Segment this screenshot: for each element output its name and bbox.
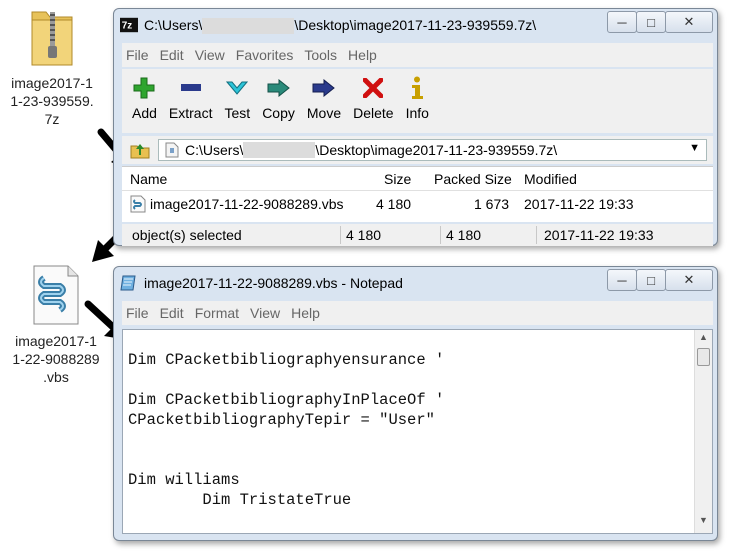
minimize-button[interactable]: ─ bbox=[607, 11, 637, 33]
file-size: 4 180 bbox=[376, 196, 412, 212]
column-name[interactable]: Name bbox=[130, 171, 167, 187]
column-size[interactable]: Size bbox=[384, 171, 411, 187]
minimize-button[interactable]: ─ bbox=[607, 269, 637, 291]
menu-bar: File Edit Format View Help bbox=[122, 301, 713, 325]
list-header: Name Size Packed Size Modified bbox=[122, 167, 713, 191]
copy-arrow-icon bbox=[267, 75, 291, 101]
plus-icon bbox=[133, 75, 155, 101]
vbs-desktop-icon[interactable]: image2017-1 1-22-9088289 .vbs bbox=[0, 264, 112, 386]
zip-folder-icon bbox=[28, 4, 76, 68]
status-selected: object(s) selected bbox=[132, 227, 242, 243]
file-packed-size: 1 673 bbox=[474, 196, 510, 212]
column-modified[interactable]: Modified bbox=[524, 171, 577, 187]
extract-button[interactable]: Extract bbox=[169, 69, 213, 133]
notepad-window: image2017-11-22-9088289.vbs - Notepad ─ … bbox=[113, 266, 718, 541]
scroll-thumb[interactable] bbox=[697, 348, 710, 366]
file-name: image2017-11-22-9088289.vbs bbox=[150, 196, 344, 212]
scroll-up-icon[interactable]: ▲ bbox=[695, 332, 712, 348]
redacted-username bbox=[243, 142, 316, 158]
menu-format[interactable]: Format bbox=[195, 305, 239, 321]
sevenzip-window: 7z C:\Users\ \Desktop\image2017-11-23-939… bbox=[113, 8, 718, 246]
toolbar: Add Extract Test Copy Move Delete Info bbox=[122, 69, 713, 133]
menu-help[interactable]: Help bbox=[348, 47, 377, 63]
up-folder-icon[interactable] bbox=[130, 141, 150, 159]
copy-button[interactable]: Copy bbox=[262, 69, 295, 133]
menu-edit[interactable]: Edit bbox=[160, 47, 184, 63]
window-title: image2017-11-22-9088289.vbs - Notepad bbox=[144, 275, 403, 291]
vertical-scrollbar[interactable]: ▲ ▼ bbox=[694, 330, 712, 533]
menu-view[interactable]: View bbox=[250, 305, 280, 321]
menu-help[interactable]: Help bbox=[291, 305, 320, 321]
window-title: C:\Users\ \Desktop\image2017-11-23-939559… bbox=[144, 17, 537, 35]
menu-favorites[interactable]: Favorites bbox=[236, 47, 294, 63]
check-chevron-icon bbox=[226, 75, 249, 101]
script-icon-label: image2017-1 1-22-9088289 .vbs bbox=[12, 333, 100, 385]
dropdown-arrow-icon[interactable]: ▼ bbox=[689, 142, 700, 154]
move-arrow-icon bbox=[312, 75, 336, 101]
delete-button[interactable]: Delete bbox=[353, 69, 394, 133]
info-icon bbox=[410, 75, 424, 101]
title-bar[interactable]: 7z C:\Users\ \Desktop\image2017-11-23-939… bbox=[114, 9, 717, 41]
status-modified: 2017-11-22 19:33 bbox=[544, 227, 654, 243]
script-file-icon bbox=[130, 195, 146, 213]
add-button[interactable]: Add bbox=[132, 69, 157, 133]
minus-icon bbox=[180, 75, 202, 101]
close-button[interactable]: ✕ bbox=[665, 269, 713, 291]
status-packed-size: 4 180 bbox=[446, 227, 482, 243]
menu-view[interactable]: View bbox=[195, 47, 225, 63]
scroll-down-icon[interactable]: ▼ bbox=[695, 515, 712, 531]
delete-x-icon bbox=[363, 75, 384, 101]
info-button[interactable]: Info bbox=[406, 69, 429, 133]
editor-content: Dim CPacketbibliographyensurance ' Dim C… bbox=[128, 351, 445, 509]
maximize-button[interactable]: □ bbox=[636, 269, 666, 291]
file-modified: 2017-11-22 19:33 bbox=[524, 196, 634, 212]
redacted-username bbox=[202, 18, 295, 35]
archive-desktop-icon[interactable]: image2017-1 1-23-939559. 7z bbox=[0, 4, 104, 128]
menu-edit[interactable]: Edit bbox=[160, 305, 184, 321]
table-row[interactable]: image2017-11-22-9088289.vbs 4 180 1 673 … bbox=[122, 193, 713, 217]
sevenzip-app-icon: 7z bbox=[120, 17, 138, 33]
address-bar: C:\Users\ \Desktop\image2017-11-23-939559… bbox=[122, 136, 713, 164]
title-bar[interactable]: image2017-11-22-9088289.vbs - Notepad ─ … bbox=[114, 267, 717, 299]
archive-file-icon bbox=[165, 142, 179, 158]
archive-icon-label: image2017-1 1-23-939559. 7z bbox=[10, 75, 94, 127]
menu-file[interactable]: File bbox=[126, 305, 149, 321]
status-size: 4 180 bbox=[346, 227, 382, 243]
move-button[interactable]: Move bbox=[307, 69, 341, 133]
close-button[interactable]: ✕ bbox=[665, 11, 713, 33]
notepad-app-icon bbox=[120, 275, 136, 291]
file-list: Name Size Packed Size Modified image2017… bbox=[122, 166, 713, 222]
column-packed-size[interactable]: Packed Size bbox=[434, 171, 512, 187]
svg-text:7z: 7z bbox=[122, 21, 132, 32]
menu-file[interactable]: File bbox=[126, 47, 149, 63]
path-input[interactable]: C:\Users\ \Desktop\image2017-11-23-939559… bbox=[158, 139, 707, 161]
status-bar: object(s) selected 4 180 4 180 2017-11-2… bbox=[122, 224, 713, 246]
script-file-icon bbox=[30, 264, 82, 326]
test-button[interactable]: Test bbox=[225, 69, 250, 133]
maximize-button[interactable]: □ bbox=[636, 11, 666, 33]
menu-bar: File Edit View Favorites Tools Help bbox=[122, 43, 713, 67]
menu-tools[interactable]: Tools bbox=[304, 47, 337, 63]
text-editor[interactable]: Dim CPacketbibliographyensurance ' Dim C… bbox=[122, 329, 713, 534]
